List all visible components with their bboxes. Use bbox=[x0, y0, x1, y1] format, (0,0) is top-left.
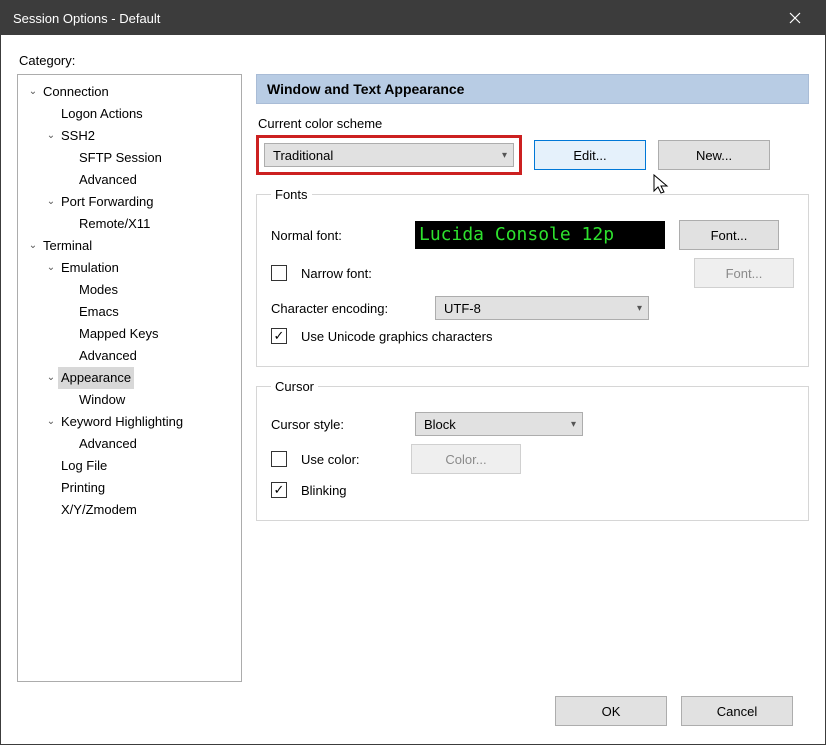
tree-item-label: Terminal bbox=[40, 235, 95, 257]
normal-font-label: Normal font: bbox=[271, 228, 401, 243]
scheme-highlight: Traditional ▾ bbox=[256, 135, 522, 175]
tree-item[interactable]: Window bbox=[24, 389, 241, 411]
tree-item[interactable]: X/Y/Zmodem bbox=[24, 499, 241, 521]
tree-item[interactable]: SFTP Session bbox=[24, 147, 241, 169]
expander-icon[interactable]: ⌄ bbox=[44, 257, 58, 279]
tree-item[interactable]: Printing bbox=[24, 477, 241, 499]
blinking-checkbox[interactable] bbox=[271, 482, 287, 498]
tree-item[interactable]: ⌄Keyword Highlighting bbox=[24, 411, 241, 433]
cursor-style-value: Block bbox=[424, 417, 456, 432]
cancel-button[interactable]: Cancel bbox=[681, 696, 793, 726]
tree-item-label: Emacs bbox=[76, 301, 122, 323]
blinking-label: Blinking bbox=[301, 483, 347, 498]
expander-icon[interactable]: ⌄ bbox=[26, 235, 40, 257]
tree-item[interactable]: Remote/X11 bbox=[24, 213, 241, 235]
chevron-down-icon: ▾ bbox=[502, 150, 507, 161]
tree-item-label: Mapped Keys bbox=[76, 323, 162, 345]
tree-item-label: Advanced bbox=[76, 169, 140, 191]
tree-item-label: Keyword Highlighting bbox=[58, 411, 186, 433]
tree-item[interactable]: Log File bbox=[24, 455, 241, 477]
expander-icon[interactable]: ⌄ bbox=[44, 125, 58, 147]
tree-item-label: Logon Actions bbox=[58, 103, 146, 125]
tree-item[interactable]: ⌄Emulation bbox=[24, 257, 241, 279]
unicode-checkbox[interactable] bbox=[271, 328, 287, 344]
expander-icon[interactable]: ⌄ bbox=[44, 411, 58, 433]
close-icon[interactable] bbox=[773, 1, 817, 35]
tree-item-label: SSH2 bbox=[58, 125, 98, 147]
color-button: Color... bbox=[411, 444, 521, 474]
tree-item[interactable]: Logon Actions bbox=[24, 103, 241, 125]
category-tree[interactable]: ⌄ConnectionLogon Actions⌄SSH2SFTP Sessio… bbox=[17, 74, 242, 682]
tree-item-label: Advanced bbox=[76, 433, 140, 455]
tree-item-label: X/Y/Zmodem bbox=[58, 499, 140, 521]
tree-item-label: Appearance bbox=[58, 367, 134, 389]
new-button[interactable]: New... bbox=[658, 140, 770, 170]
tree-item-label: Advanced bbox=[76, 345, 140, 367]
color-scheme-dropdown[interactable]: Traditional ▾ bbox=[264, 143, 514, 167]
encoding-dropdown[interactable]: UTF-8 ▾ bbox=[435, 296, 649, 320]
tree-item[interactable]: ⌄Appearance bbox=[24, 367, 241, 389]
tree-item[interactable]: ⌄Port Forwarding bbox=[24, 191, 241, 213]
expander-icon[interactable]: ⌄ bbox=[44, 191, 58, 213]
tree-item[interactable]: ⌄Terminal bbox=[24, 235, 241, 257]
scheme-label: Current color scheme bbox=[258, 116, 809, 131]
fonts-group: Fonts Normal font: Lucida Console 12p Fo… bbox=[256, 187, 809, 367]
expander-icon[interactable]: ⌄ bbox=[26, 81, 40, 103]
tree-item-label: SFTP Session bbox=[76, 147, 165, 169]
chevron-down-icon: ▾ bbox=[637, 303, 642, 314]
ok-button[interactable]: OK bbox=[555, 696, 667, 726]
use-color-label: Use color: bbox=[301, 452, 397, 467]
tree-item-label: Emulation bbox=[58, 257, 122, 279]
fonts-legend: Fonts bbox=[271, 187, 312, 202]
chevron-down-icon: ▾ bbox=[571, 419, 576, 430]
tree-item[interactable]: Advanced bbox=[24, 169, 241, 191]
unicode-label: Use Unicode graphics characters bbox=[301, 329, 492, 344]
narrow-font-checkbox[interactable] bbox=[271, 265, 287, 281]
narrow-font-label: Narrow font: bbox=[301, 266, 680, 281]
encoding-value: UTF-8 bbox=[444, 301, 481, 316]
use-color-checkbox[interactable] bbox=[271, 451, 287, 467]
tree-item-label: Printing bbox=[58, 477, 108, 499]
expander-icon[interactable]: ⌄ bbox=[44, 367, 58, 389]
category-label: Category: bbox=[19, 53, 809, 68]
tree-item-label: Remote/X11 bbox=[76, 213, 153, 235]
tree-item[interactable]: Modes bbox=[24, 279, 241, 301]
edit-button[interactable]: Edit... bbox=[534, 140, 646, 170]
color-scheme-value: Traditional bbox=[273, 148, 333, 163]
encoding-label: Character encoding: bbox=[271, 301, 421, 316]
font-button[interactable]: Font... bbox=[679, 220, 779, 250]
tree-item[interactable]: Emacs bbox=[24, 301, 241, 323]
tree-item-label: Modes bbox=[76, 279, 121, 301]
panel-header: Window and Text Appearance bbox=[256, 74, 809, 104]
tree-item-label: Connection bbox=[40, 81, 112, 103]
tree-item[interactable]: Mapped Keys bbox=[24, 323, 241, 345]
tree-item-label: Log File bbox=[58, 455, 110, 477]
cursor-style-label: Cursor style: bbox=[271, 417, 401, 432]
tree-item[interactable]: ⌄SSH2 bbox=[24, 125, 241, 147]
tree-item[interactable]: Advanced bbox=[24, 433, 241, 455]
font-preview: Lucida Console 12p bbox=[415, 221, 665, 249]
tree-item-label: Port Forwarding bbox=[58, 191, 156, 213]
cursor-legend: Cursor bbox=[271, 379, 318, 394]
tree-item-label: Window bbox=[76, 389, 128, 411]
cursor-style-dropdown[interactable]: Block ▾ bbox=[415, 412, 583, 436]
tree-item[interactable]: Advanced bbox=[24, 345, 241, 367]
tree-item[interactable]: ⌄Connection bbox=[24, 81, 241, 103]
window-title: Session Options - Default bbox=[13, 11, 773, 26]
cursor-group: Cursor Cursor style: Block ▾ Use color: … bbox=[256, 379, 809, 521]
title-bar: Session Options - Default bbox=[1, 1, 825, 35]
narrow-font-button: Font... bbox=[694, 258, 794, 288]
